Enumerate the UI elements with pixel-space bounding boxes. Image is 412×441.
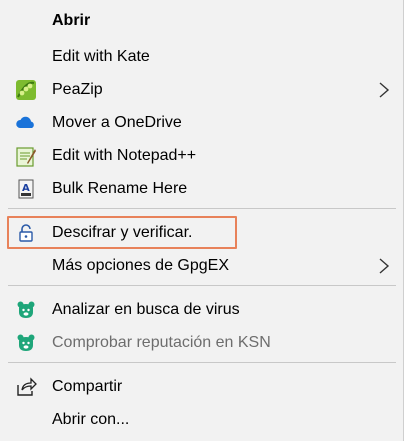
- menu-item-label: PeaZip: [52, 80, 103, 98]
- notepadpp-icon: [14, 144, 38, 168]
- bulk-rename-icon: A: [14, 177, 38, 201]
- menu-item-comprobar-ksn[interactable]: Comprobar reputación en KSN: [0, 326, 404, 359]
- onedrive-cloud-icon: [14, 111, 38, 135]
- menu-item-label: Compartir: [52, 377, 123, 395]
- kaspersky-bear-icon: [14, 331, 38, 355]
- menu-item-label: Bulk Rename Here: [52, 179, 188, 197]
- menu-separator: [8, 285, 396, 286]
- menu-item-mover-onedrive[interactable]: Mover a OneDrive: [0, 106, 404, 139]
- chevron-right-icon: [379, 257, 390, 274]
- menu-item-peazip[interactable]: PeaZip: [0, 73, 404, 106]
- svg-text:A: A: [22, 183, 30, 194]
- menu-item-label: Comprobar reputación en KSN: [52, 333, 271, 351]
- menu-item-label: Edit with Notepad++: [52, 146, 197, 164]
- menu-item-analizar-virus[interactable]: Analizar en busca de virus: [0, 293, 404, 326]
- share-icon: [14, 375, 38, 399]
- chevron-right-icon: [379, 81, 390, 98]
- menu-item-label: Abrir con...: [52, 410, 130, 428]
- highlight-box: [7, 216, 237, 249]
- menu-item-label: Analizar en busca de virus: [52, 300, 240, 318]
- menu-item-abrir[interactable]: Abrir: [0, 4, 404, 37]
- menu-item-edit-with-kate[interactable]: Edit with Kate: [0, 40, 404, 73]
- menu-item-compartir[interactable]: Compartir: [0, 370, 404, 403]
- menu-item-abrir-con[interactable]: Abrir con...: [0, 403, 404, 436]
- menu-separator: [8, 208, 396, 209]
- menu-item-edit-notepadpp[interactable]: Edit with Notepad++: [0, 139, 404, 172]
- menu-separator: [8, 362, 396, 363]
- menu-item-gpgex-options[interactable]: Más opciones de GpgEX: [0, 249, 404, 282]
- menu-item-label: Mover a OneDrive: [52, 113, 182, 131]
- menu-item-label: Edit with Kate: [52, 47, 150, 65]
- menu-item-bulk-rename[interactable]: A Bulk Rename Here: [0, 172, 404, 205]
- kaspersky-bear-icon: [14, 298, 38, 322]
- context-menu: Abrir Edit with Kate PeaZip Mover a OneD…: [0, 0, 404, 441]
- background-window-edge: [404, 0, 412, 441]
- peazip-icon: [14, 78, 38, 102]
- menu-item-label: Abrir: [52, 11, 91, 29]
- menu-item-label: Más opciones de GpgEX: [52, 256, 229, 274]
